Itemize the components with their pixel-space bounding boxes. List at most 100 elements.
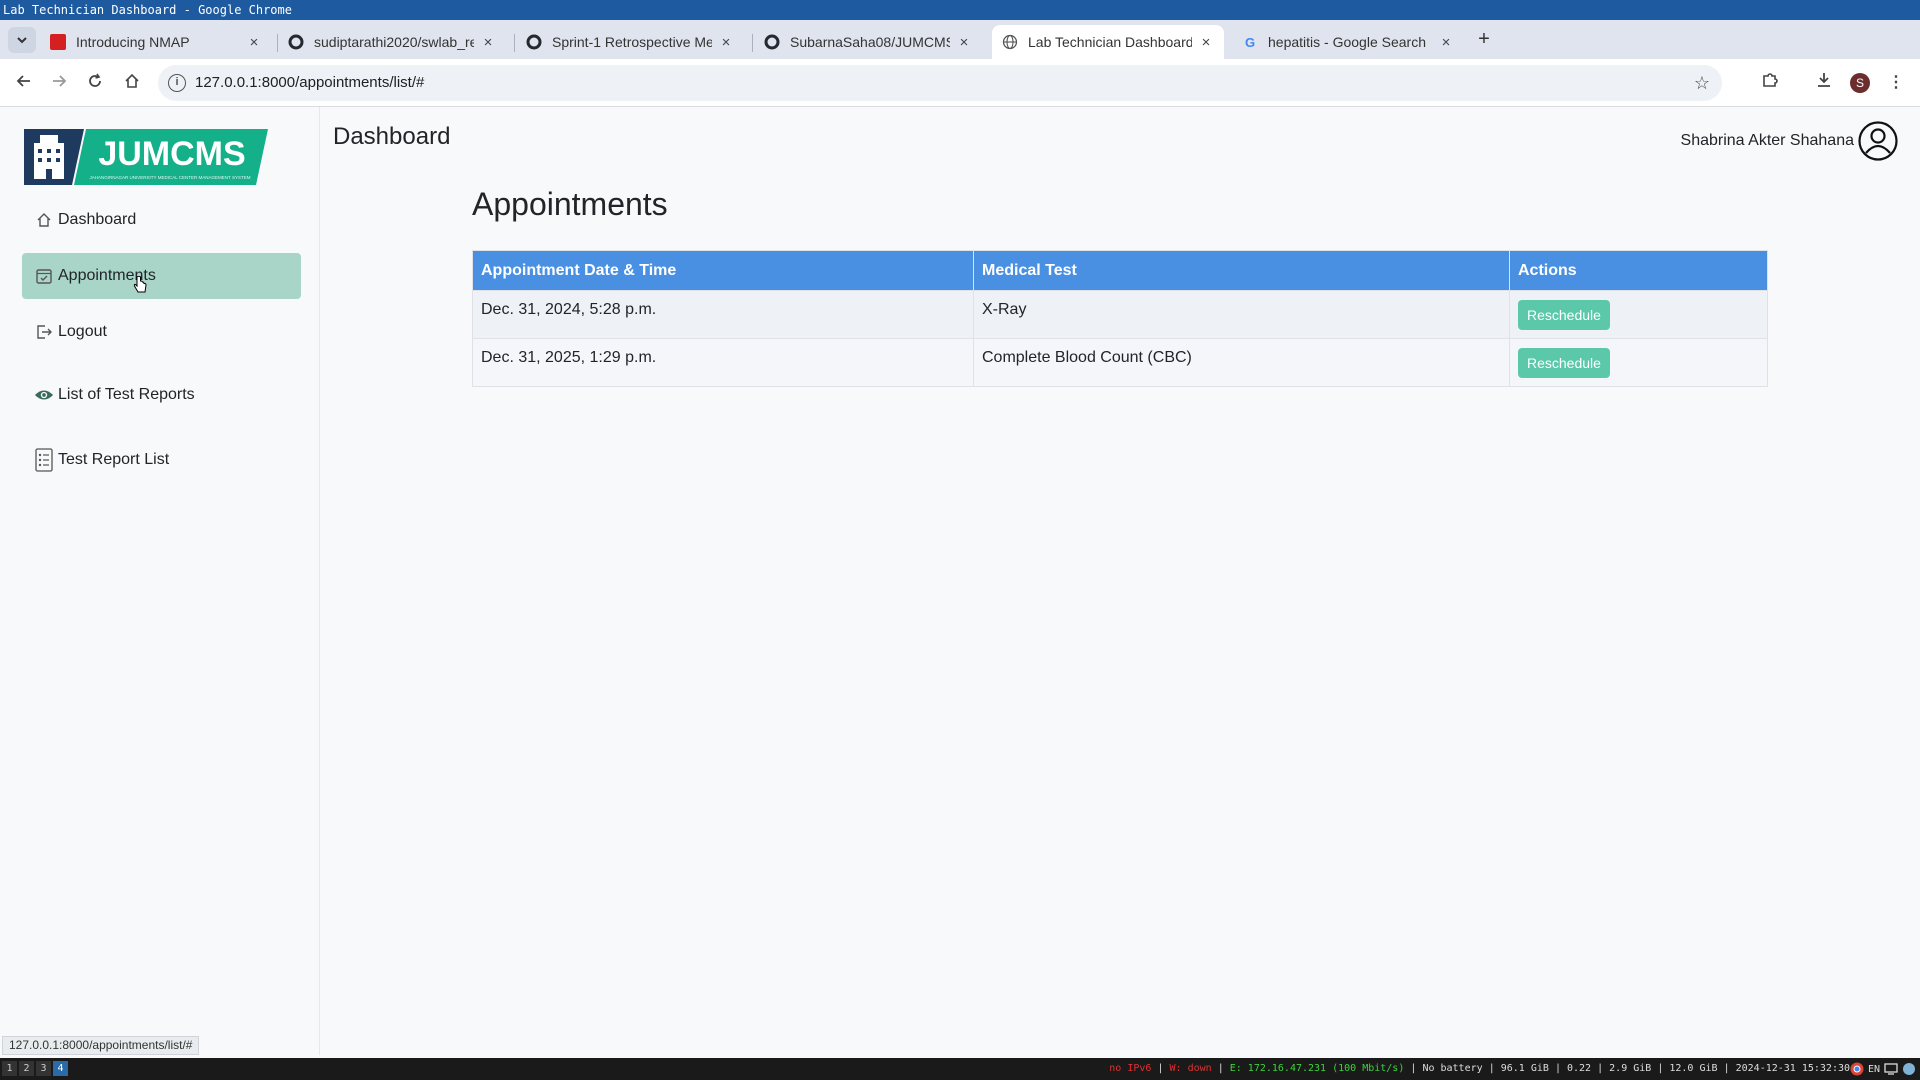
workspace-4[interactable]: 4 [53,1061,68,1076]
download-icon [1818,73,1830,87]
table-row: Dec. 31, 2025, 1:29 p.m. Complete Blood … [472,338,1768,387]
tab-nmap[interactable]: Introducing NMAP × [40,25,272,59]
github-icon [764,34,780,50]
reload-button[interactable] [83,71,107,95]
bookmark-star-icon[interactable]: ☆ [1694,65,1710,101]
back-button[interactable] [12,71,36,95]
home-icon [125,73,139,88]
sidebar-item-test-report-list[interactable]: Test Report List [22,437,301,483]
appointments-table: Appointment Date & Time Medical Test Act… [472,250,1768,387]
close-tab-icon[interactable]: × [480,34,496,51]
ethernet-status: E: 172.16.47.231 (100 Mbit/s) [1229,1063,1405,1074]
forward-button[interactable] [47,71,71,95]
reschedule-button[interactable]: Reschedule [1518,347,1610,378]
report-list-icon [34,448,54,472]
tab-label: Sprint-1 Retrospective Meet [552,34,712,50]
svg-text:JUMCMS: JUMCMS [98,135,245,173]
sidebar-item-appointments[interactable]: Appointments [22,253,301,299]
calendar-check-icon [34,266,54,286]
system-status-bar: 1 2 3 4 no IPv6 | W: down | E: 172.16.47… [0,1058,1920,1080]
svg-text:JAHANGIRNAGAR UNIVERSITY MEDIC: JAHANGIRNAGAR UNIVERSITY MEDICAL CENTER … [90,175,251,180]
keyboard-layout[interactable]: EN [1868,1064,1880,1075]
tab-google-search[interactable]: G hepatitis - Google Search × [1232,25,1464,59]
page-title: Dashboard [333,123,451,150]
close-tab-icon[interactable]: × [246,34,262,51]
github-icon [288,34,304,50]
appointment-datetime: Dec. 31, 2025, 1:29 p.m. [481,348,657,366]
tab-github-jumcms[interactable]: SubarnaSaha08/JUMCMS-Ja × [754,25,982,59]
tab-label: Lab Technician Dashboard [1028,34,1192,50]
workspace-2[interactable]: 2 [19,1061,34,1076]
sidebar-item-label: Test Report List [58,451,170,468]
column-header: Actions [1509,250,1768,291]
sidebar: JUMCMS JAHANGIRNAGAR UNIVERSITY MEDICAL … [0,107,320,1055]
sidebar-item-label: List of Test Reports [58,386,195,403]
appointment-datetime-cell: Dec. 31, 2024, 5:28 p.m. [472,290,974,339]
nmap-favicon-icon [50,34,66,50]
memory-status: 2.9 GiB | 12.0 GiB [1609,1063,1718,1074]
workspace-3[interactable]: 3 [36,1061,51,1076]
appointment-datetime: Dec. 31, 2024, 5:28 p.m. [481,300,657,318]
user-name: Shabrina Akter Shahana [1680,132,1854,149]
google-icon: G [1244,34,1256,50]
sidebar-item-list-of-test-reports[interactable]: List of Test Reports [22,372,301,418]
tab-lab-dashboard[interactable]: Lab Technician Dashboard × [992,25,1224,59]
new-tab-button[interactable]: + [1472,27,1496,51]
medical-test-cell: Complete Blood Count (CBC) [973,338,1510,387]
display-tray-icon[interactable] [1884,1062,1898,1076]
column-header: Appointment Date & Time [472,250,974,291]
downloads-button[interactable] [1812,71,1836,95]
url-text[interactable]: 127.0.0.1:8000/appointments/list/# [195,65,424,101]
address-bar[interactable]: i 127.0.0.1:8000/appointments/list/# ☆ [158,65,1722,101]
browser-toolbar: i 127.0.0.1:8000/appointments/list/# ☆ S… [0,59,1920,107]
column-header: Medical Test [973,250,1510,291]
workspace-1[interactable]: 1 [2,1061,17,1076]
puzzle-icon [1763,73,1778,87]
load-status: 0.22 [1566,1063,1592,1074]
tab-github-swlab[interactable]: sudiptarathi2020/swlab_rep × [278,25,506,59]
close-tab-icon[interactable]: × [956,34,972,51]
medical-test-cell: X-Ray [973,290,1510,339]
tab-strip: Introducing NMAP × sudiptarathi2020/swla… [0,20,1920,59]
site-info-icon[interactable]: i [168,74,186,92]
user-avatar-icon[interactable] [1858,121,1898,161]
github-icon [526,34,542,50]
appointments-heading: Appointments [472,186,668,222]
eye-icon [34,385,54,405]
jumcms-logo[interactable]: JUMCMS JAHANGIRNAGAR UNIVERSITY MEDICAL … [24,129,268,185]
globe-icon [1002,34,1018,50]
extensions-button[interactable] [1758,71,1782,95]
close-tab-icon[interactable]: × [1438,34,1454,51]
close-tab-icon[interactable]: × [718,34,734,51]
arrow-right-icon [53,75,67,87]
window-title: Lab Technician Dashboard - Google Chrome [0,0,1920,20]
browser-menu-icon[interactable]: ⋮ [1884,71,1908,95]
system-tray: EN [1850,1062,1916,1076]
actions-cell: Reschedule [1509,338,1768,387]
profile-avatar[interactable]: S [1850,73,1870,93]
tab-github-sprint[interactable]: Sprint-1 Retrospective Meet × [516,25,744,59]
sidebar-item-dashboard[interactable]: Dashboard [22,197,301,243]
clock: 2024-12-31 15:32:30 [1735,1063,1850,1074]
tab-search-button[interactable] [8,27,36,53]
sidebar-item-logout[interactable]: Logout [22,309,301,355]
tab-label: SubarnaSaha08/JUMCMS-Ja [790,34,950,50]
battery-status: No battery [1422,1063,1483,1074]
tab-label: hepatitis - Google Search [1268,34,1426,50]
actions-cell: Reschedule [1509,290,1768,339]
close-tab-icon[interactable]: × [1198,34,1214,51]
network-tray-icon[interactable] [1902,1062,1916,1076]
disk-status: 96.1 GiB [1500,1063,1549,1074]
home-icon [34,210,54,230]
ipv6-status: no IPv6 [1109,1063,1152,1074]
reschedule-button[interactable]: Reschedule [1518,299,1610,330]
arrow-left-icon [16,75,30,87]
system-info: no IPv6 | W: down | E: 172.16.47.231 (10… [1109,1063,1850,1074]
home-button[interactable] [120,71,144,95]
tab-label: sudiptarathi2020/swlab_rep [314,34,474,50]
appointment-datetime-cell: Dec. 31, 2025, 1:29 p.m. [472,338,974,387]
logout-icon [34,322,54,342]
hand-cursor-icon [133,276,147,293]
user-menu[interactable]: Shabrina Akter Shahana [1681,121,1898,161]
chrome-tray-icon[interactable] [1850,1062,1864,1076]
